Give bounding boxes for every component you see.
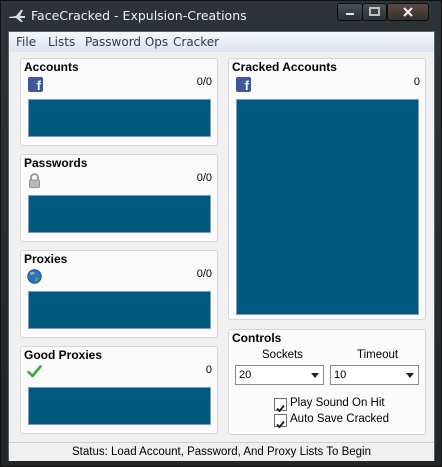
main-client-area: File Lists Password Ops Cracker Accounts… bbox=[8, 31, 435, 461]
proxies-count: 0/0 bbox=[196, 268, 212, 280]
good-proxies-panel: Good Proxies 0 bbox=[20, 346, 218, 434]
minimize-icon bbox=[346, 13, 354, 15]
minimize-button[interactable] bbox=[337, 3, 363, 21]
controls-panel: Controls Sockets Timeout 20 10 Play Soun… bbox=[228, 329, 426, 435]
menu-cracker[interactable]: Cracker bbox=[173, 35, 219, 49]
good-proxies-count: 0 bbox=[205, 364, 212, 376]
padlock-icon bbox=[29, 173, 40, 188]
cracked-accounts-label: Cracked Accounts bbox=[232, 60, 337, 74]
menu-password-ops[interactable]: Password Ops bbox=[85, 35, 168, 49]
play-sound-checkbox[interactable] bbox=[274, 398, 287, 413]
passwords-count: 0/0 bbox=[196, 172, 212, 184]
globe-icon bbox=[27, 269, 42, 284]
checkmark-icon bbox=[276, 420, 285, 429]
good-proxies-label: Good Proxies bbox=[24, 348, 103, 362]
accounts-panel: Accounts f 0/0 bbox=[20, 58, 218, 146]
cracked-accounts-count: 0 bbox=[413, 76, 420, 88]
cracked-accounts-list[interactable] bbox=[236, 99, 419, 315]
passwords-panel: Passwords 0/0 bbox=[20, 154, 218, 242]
window-title: FaceCracked - Expulsion-Creations bbox=[31, 8, 247, 23]
chevron-down-icon bbox=[311, 373, 319, 378]
timeout-label: Timeout bbox=[357, 349, 399, 361]
good-proxies-list[interactable] bbox=[28, 387, 211, 425]
checkmark-icon bbox=[276, 404, 285, 413]
controls-label: Controls bbox=[232, 331, 282, 345]
proxies-list[interactable] bbox=[28, 291, 211, 329]
title-bar[interactable]: FaceCracked - Expulsion-Creations bbox=[1, 1, 441, 31]
accounts-label: Accounts bbox=[24, 60, 79, 74]
sockets-value: 20 bbox=[239, 369, 252, 381]
menu-lists[interactable]: Lists bbox=[48, 35, 75, 49]
timeout-select[interactable]: 10 bbox=[330, 365, 419, 385]
airplane-icon bbox=[9, 10, 25, 22]
status-text: Status: Load Account, Password, And Prox… bbox=[72, 446, 371, 458]
auto-save-label[interactable]: Auto Save Cracked bbox=[290, 413, 389, 425]
proxies-label: Proxies bbox=[24, 252, 68, 266]
auto-save-checkbox[interactable] bbox=[274, 414, 287, 429]
close-button[interactable] bbox=[387, 3, 429, 21]
menu-file[interactable]: File bbox=[16, 35, 36, 49]
play-sound-label[interactable]: Play Sound On Hit bbox=[290, 397, 385, 409]
maximize-icon bbox=[369, 7, 380, 16]
timeout-value: 10 bbox=[334, 369, 347, 381]
cracked-accounts-panel: Cracked Accounts f 0 bbox=[228, 58, 426, 320]
status-bar: Status: Load Account, Password, And Prox… bbox=[9, 442, 434, 461]
facebook-icon: f bbox=[236, 77, 251, 93]
app-window: FaceCracked - Expulsion-Creations File L… bbox=[0, 0, 442, 467]
facebook-icon: f bbox=[28, 77, 43, 93]
passwords-label: Passwords bbox=[24, 156, 88, 170]
passwords-list[interactable] bbox=[28, 195, 211, 233]
sockets-select[interactable]: 20 bbox=[235, 365, 324, 385]
checkmark-icon bbox=[27, 365, 42, 378]
accounts-list[interactable] bbox=[28, 99, 211, 137]
chevron-down-icon bbox=[406, 373, 414, 378]
sockets-label: Sockets bbox=[262, 349, 303, 361]
menu-bar: File Lists Password Ops Cracker bbox=[9, 32, 434, 52]
proxies-panel: Proxies 0/0 bbox=[20, 250, 218, 338]
close-icon bbox=[403, 7, 413, 17]
maximize-button[interactable] bbox=[362, 3, 387, 21]
accounts-count: 0/0 bbox=[196, 76, 212, 88]
